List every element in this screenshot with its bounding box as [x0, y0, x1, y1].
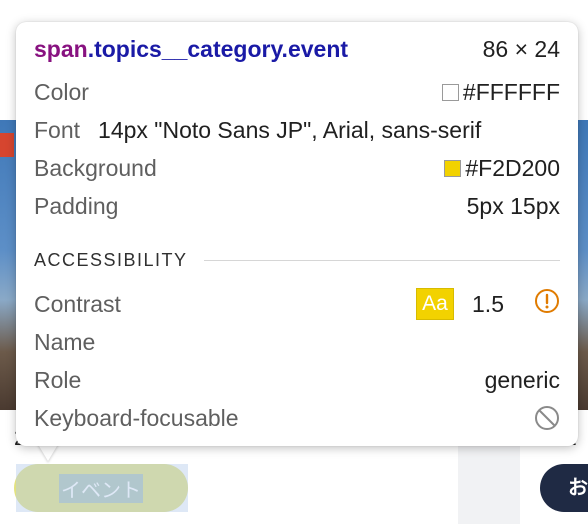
background-card-image-right — [578, 120, 588, 410]
selector-tag: span — [34, 35, 88, 62]
color-label: Color — [34, 78, 89, 105]
background-row: Background #F2D200 — [34, 153, 560, 183]
padding-value: 5px 15px — [466, 192, 560, 219]
color-value: #FFFFFF — [462, 78, 560, 105]
selector-class: .topics__category.event — [87, 35, 349, 62]
padding-label: Padding — [34, 192, 119, 219]
role-label: Role — [34, 366, 82, 393]
section-divider — [203, 259, 560, 261]
accessibility-title: ACCESSIBILITY — [34, 249, 188, 270]
background-gap — [458, 446, 520, 524]
contrast-label: Contrast — [34, 290, 121, 317]
font-label: Font — [34, 116, 81, 143]
background-label: Background — [34, 154, 157, 181]
contrast-row: Contrast Aa 1.5 — [34, 288, 560, 320]
contrast-sample-badge: Aa — [416, 288, 455, 320]
color-value-wrap: #FFFFFF — [441, 78, 560, 106]
keyboard-focusable-row: Keyboard-focusable — [34, 403, 560, 433]
background-swatch — [444, 159, 462, 177]
event-category-tag[interactable]: イベント — [14, 464, 188, 512]
element-selector: span.topics__category.event — [34, 36, 348, 63]
font-row: Font 14px "Noto Sans JP", Arial, sans-se… — [34, 115, 560, 145]
background-value: #F2D200 — [465, 154, 560, 181]
role-value: generic — [484, 366, 560, 393]
accessibility-section-header: ACCESSIBILITY — [34, 248, 560, 272]
font-value: 14px "Noto Sans JP", Arial, sans-serif — [98, 116, 482, 143]
color-row: Color #FFFFFF — [34, 77, 560, 107]
color-swatch — [441, 83, 459, 101]
warning-circle-icon — [534, 288, 560, 320]
tooltip-header: span.topics__category.event 86 × 24 — [34, 34, 560, 64]
event-category-label: イベント — [59, 473, 143, 503]
role-row: Role generic — [34, 365, 560, 395]
category-badge-right[interactable]: お — [540, 464, 588, 512]
name-label: Name — [34, 328, 96, 355]
contrast-value-wrap: Aa 1.5 — [416, 288, 560, 320]
not-allowed-icon — [534, 405, 560, 431]
background-value-wrap: #F2D200 — [444, 155, 560, 182]
element-dimensions: 86 × 24 — [482, 35, 560, 62]
padding-row: Padding 5px 15px — [34, 191, 560, 221]
contrast-ratio: 1.5 — [472, 290, 504, 317]
name-row: Name — [34, 327, 560, 357]
background-category-badge-red — [0, 133, 14, 157]
keyboard-focusable-label: Keyboard-focusable — [34, 404, 239, 431]
inspect-tooltip: span.topics__category.event 86 × 24 Colo… — [16, 22, 578, 446]
